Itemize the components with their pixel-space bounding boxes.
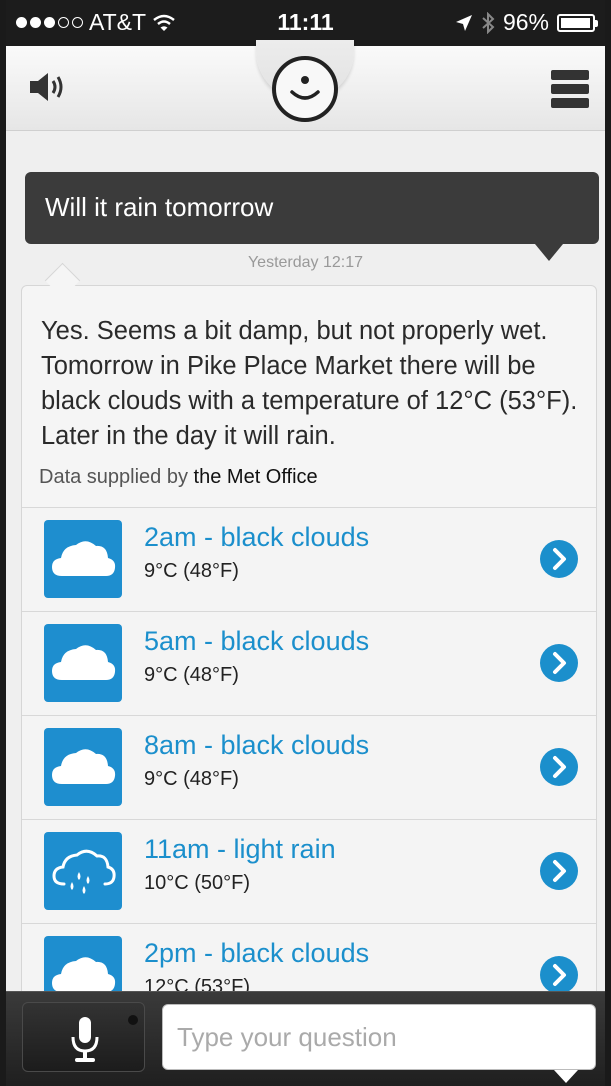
data-attribution: Data supplied by the Met Office bbox=[39, 466, 318, 489]
forecast-title: 11am - light rain bbox=[144, 834, 336, 864]
status-right: 96% bbox=[455, 9, 598, 36]
cloud-icon bbox=[44, 728, 122, 806]
question-input[interactable] bbox=[162, 1004, 596, 1070]
forecast-temp: 10°C (50°F) bbox=[144, 872, 251, 894]
cloud-icon bbox=[44, 624, 122, 702]
forecast-row[interactable]: 5am - black clouds 9°C (48°F) bbox=[22, 611, 596, 715]
menu-bar bbox=[551, 98, 589, 108]
attribution-prefix: Data supplied by bbox=[39, 466, 188, 488]
forecast-title: 2pm - black clouds bbox=[144, 938, 370, 968]
input-bar bbox=[6, 991, 605, 1086]
forecast-title: 8am - black clouds bbox=[144, 730, 370, 760]
forecast-temp: 9°C (48°F) bbox=[144, 768, 239, 790]
forecast-temp: 9°C (48°F) bbox=[144, 664, 239, 686]
bluetooth-icon bbox=[482, 11, 495, 34]
menu-icon[interactable] bbox=[551, 70, 589, 108]
chevron-right-icon[interactable] bbox=[540, 852, 578, 890]
forecast-row[interactable]: 8am - black clouds 9°C (48°F) bbox=[22, 715, 596, 819]
forecast-row[interactable]: 11am - light rain 10°C (50°F) bbox=[22, 819, 596, 923]
smiley-logo-icon[interactable] bbox=[272, 56, 338, 122]
microphone-button[interactable] bbox=[22, 1002, 145, 1072]
attribution-source[interactable]: the Met Office bbox=[194, 466, 318, 488]
battery-percent: 96% bbox=[502, 9, 549, 35]
battery-icon bbox=[557, 13, 598, 32]
chevron-right-icon[interactable] bbox=[540, 956, 578, 994]
forecast-temp: 9°C (48°F) bbox=[144, 560, 239, 582]
answer-text: Yes. Seems a bit damp, but not properly … bbox=[41, 317, 578, 450]
cloud-icon bbox=[44, 520, 122, 598]
app-screen: AT&T 11:11 96% Will it rain tomorrow Yes… bbox=[6, 0, 605, 1086]
location-arrow-icon bbox=[455, 14, 472, 31]
chevron-right-icon[interactable] bbox=[540, 644, 578, 682]
rain-cloud-icon bbox=[44, 832, 122, 910]
speaker-icon[interactable] bbox=[28, 70, 68, 104]
menu-bar bbox=[551, 70, 589, 80]
forecast-title: 5am - black clouds bbox=[144, 626, 370, 656]
forecast-row[interactable]: 2am - black clouds 9°C (48°F) bbox=[22, 507, 596, 611]
forecast-title: 2am - black clouds bbox=[144, 522, 370, 552]
microphone-icon bbox=[71, 1017, 99, 1062]
message-timestamp: Yesterday 12:17 bbox=[247, 254, 364, 271]
menu-bar bbox=[551, 84, 589, 94]
input-bubble-tail bbox=[554, 1070, 578, 1083]
chevron-right-icon[interactable] bbox=[540, 748, 578, 786]
question-bubble: Will it rain tomorrow bbox=[25, 172, 599, 244]
forecast-list: 2am - black clouds 9°C (48°F) 5am - blac… bbox=[22, 507, 596, 1027]
chevron-right-icon[interactable] bbox=[540, 540, 578, 578]
indicator-dot bbox=[128, 1015, 138, 1025]
